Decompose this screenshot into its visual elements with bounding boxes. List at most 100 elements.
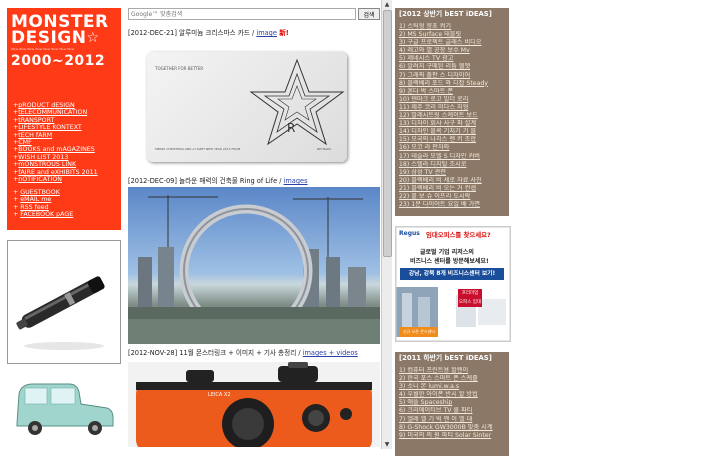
minivan-thumbnail[interactable] xyxy=(7,374,121,444)
menu-item[interactable]: +nOTIFICATION xyxy=(13,176,98,183)
search-input[interactable] xyxy=(128,8,356,20)
scroll-thumb[interactable] xyxy=(383,10,392,257)
list-item[interactable]: 2) 한국 포스 스마트 폰 스케줄 xyxy=(399,375,505,383)
list-item[interactable]: 3) 구글 프로젝트 글래스 비디오 xyxy=(399,39,505,47)
laser-pointer-thumbnail[interactable] xyxy=(7,240,121,364)
list-item[interactable]: 15) 모국의 나치스 렌 키 조합 xyxy=(399,136,505,144)
post-title: [2012-DEC-21] 알루미늄 크리스마스 카드 / image 新! xyxy=(128,29,289,37)
list-item[interactable]: 21) 블랙베리 비 오는 거 컨셉 xyxy=(399,185,505,193)
list-item[interactable]: 9) 혼다 박 스마트 폰 xyxy=(399,88,505,96)
list-item[interactable]: 19) 삼성 TV 관련 xyxy=(399,169,505,177)
list-item[interactable]: 17) 테슬라 모델 S 디자인 커버 xyxy=(399,153,505,161)
menu-item[interactable]: +LIFESTYLE KONTEXT xyxy=(13,124,98,131)
logo-tagline: Wow Wow Wow Wow Wow Wow Wow Wow xyxy=(11,47,75,51)
best-ideas-2012-list: 1) 스틱형 향초 켜기 2) MS Surface 태블릿 3) 구글 프로젝… xyxy=(399,23,505,209)
best-ideas-2012-box: [2012 상반기 bEST iDEAS] 1) 스틱형 향초 켜기 2) MS… xyxy=(395,8,509,216)
center-scrollbar[interactable]: ▲ ▼ xyxy=(381,0,392,449)
leica-camera-photo[interactable]: LEICA X2 xyxy=(128,362,380,447)
regus-advertisement[interactable]: Regus 임대오피스를 찾으세요? 글로벌 기업 리저스의 비즈니스 센터를 … xyxy=(395,226,511,342)
list-item[interactable]: 1) 스틱형 향초 켜기 xyxy=(399,23,505,31)
list-item[interactable]: 20) 블랙베리 비 세로 자료 사진 xyxy=(399,177,505,185)
facebook-link[interactable]: + FACEBOOK pAGE xyxy=(13,211,73,218)
post-link[interactable]: images xyxy=(284,177,308,185)
menu-item[interactable]: +pRODUCT dESIGN xyxy=(13,102,98,109)
post-title: [2012-NOV-28] 11월 몬스터링크 + 이미지 + 기사 총정리 /… xyxy=(128,349,358,357)
list-item[interactable]: 8) 블랙베리 포드 와 디잡 Steady xyxy=(399,80,505,88)
list-item[interactable]: 5) 애플 Spaceship xyxy=(399,399,505,407)
site-logo[interactable]: MONSTER DESIGN☆ Wow Wow Wow Wow Wow Wow … xyxy=(11,14,119,70)
svg-text:R: R xyxy=(287,121,295,135)
right-sidebar: [2012 상반기 bEST iDEAS] 1) 스틱형 향초 켜기 2) MS… xyxy=(395,8,511,456)
list-item[interactable]: 18) 스텔라 디지털 조시로 xyxy=(399,161,505,169)
logo-years: 2000~2012 xyxy=(11,53,106,69)
ring-of-life-photo[interactable] xyxy=(128,187,380,344)
star-outline-icon: R xyxy=(249,58,345,146)
main-content: 검색 [2012-DEC-21] 알루미늄 크리스마스 카드 / image 新… xyxy=(128,8,380,447)
rss-link[interactable]: + RSS feed xyxy=(13,204,73,211)
ad-background xyxy=(396,227,510,341)
camera-brand-label: LEICA X2 xyxy=(208,392,231,398)
logo-line2: DESIGN xyxy=(11,28,87,48)
ad-headline: 임대오피스를 찾으세요? xyxy=(426,231,491,239)
ad-cta-banner[interactable]: 강남, 강북 8개 비즈니스센터 보기! xyxy=(400,268,504,280)
star-icon: ☆ xyxy=(86,30,100,46)
card-footer: MERRY CHRISTMAS AND A HAPPY NEW YEAR 201… xyxy=(155,147,241,151)
list-item[interactable]: 2) MS Surface 태블릿 xyxy=(399,31,505,39)
regus-logo: Regus xyxy=(399,230,420,237)
ring-of-life-image xyxy=(128,195,380,344)
menu-item[interactable]: +WISH LIST 2013 xyxy=(13,154,98,161)
ad-footer-button[interactable]: 신규 오픈 몬스센터 xyxy=(400,327,438,337)
orange-camera-image xyxy=(128,362,380,447)
ad-line2: 비즈니스 센터를 방문해보세요! xyxy=(410,258,489,265)
list-item[interactable]: 6) 알려지 구매된 리튬 헬멧 xyxy=(399,63,505,71)
list-item[interactable]: 12) 말레시트링 스케이트 보드 xyxy=(399,112,505,120)
christmas-card-image[interactable]: TOGETHER FOR BETTER R MERRY CHRISTMAS AN… xyxy=(128,37,380,177)
best-ideas-2011-list: 1) 컴퓨터 프린트용 할렌이 2) 한국 포스 스마트 폰 스케줄 3) 소니… xyxy=(399,367,505,440)
list-item[interactable]: 4) 레고와 멸 공장 보수 Mv xyxy=(399,47,505,55)
menu-item[interactable]: +CMF xyxy=(13,139,98,146)
list-item[interactable]: 9) 미국의 의 원 파티 Solar Sinter xyxy=(399,432,505,440)
category-menu: +pRODUCT dESIGN +tELECOMMUNICATION +tRAN… xyxy=(13,102,98,183)
menu-item[interactable]: +mONSTROUS LINK xyxy=(13,161,98,168)
ad-line1: 글로벌 기업 리저스의 xyxy=(420,249,474,256)
list-item[interactable]: 23) 1분 다이어트 요일 배 가면 xyxy=(399,201,505,209)
left-column: MONSTER DESIGN☆ Wow Wow Wow Wow Wow Wow … xyxy=(7,8,121,444)
site-navigation-panel: MONSTER DESIGN☆ Wow Wow Wow Wow Wow Wow … xyxy=(7,8,121,230)
list-item[interactable]: 11) 제주 코리 미다스 지형 xyxy=(399,104,505,112)
list-item[interactable]: 4) 우월한 아이폰 반시 할 방법 xyxy=(399,391,505,399)
menu-item[interactable]: +tRANSPORT xyxy=(13,117,98,124)
menu-item[interactable]: +BOOKS and mAGAZINES xyxy=(13,146,98,153)
list-item[interactable]: 5) 제네시스 TV 광고 xyxy=(399,55,505,63)
list-item[interactable]: 7) 엘레 엘 기 빅 맨 이 엘 대 xyxy=(399,416,505,424)
list-item[interactable]: 7) 그래픽 출판 스 디자이어 xyxy=(399,72,505,80)
scroll-up-icon[interactable]: ▲ xyxy=(382,0,392,9)
list-item[interactable]: 3) 소니 본 lumi.w.a.s xyxy=(399,383,505,391)
new-badge: 新! xyxy=(276,29,289,37)
list-item[interactable]: 22) 볼 보 슈 이프리 도시락 xyxy=(399,193,505,201)
aluminum-card: TOGETHER FOR BETTER R MERRY CHRISTMAS AN… xyxy=(147,52,347,162)
list-item[interactable]: 1) 컴퓨터 프린트용 할렌이 xyxy=(399,367,505,375)
best-ideas-2011-box: [2011 하반기 bEST iDEAS] 1) 컴퓨터 프린트용 할렌이 2)… xyxy=(395,352,509,456)
menu-item[interactable]: +tELECOMMUNICATION xyxy=(13,109,98,116)
list-item[interactable]: 13) 디자이 회사 사구 파 설계 xyxy=(399,120,505,128)
card-brand: REYNARS xyxy=(317,147,332,151)
post-link[interactable]: image xyxy=(256,29,277,37)
menu-item[interactable]: +fAIRE and eXHIBITS 2011 xyxy=(13,169,98,176)
best-ideas-2011-title: [2011 하반기 bEST iDEAS] xyxy=(399,354,492,362)
menu-item[interactable]: +tECH fARM xyxy=(13,132,98,139)
search-bar: 검색 xyxy=(128,8,380,20)
minivan-image xyxy=(7,374,121,444)
list-item[interactable]: 6) 크리에이티브 TV 롤 파티 xyxy=(399,407,505,415)
post-link[interactable]: images + videos xyxy=(303,349,358,357)
best-ideas-2012-title: [2012 상반기 bEST iDEAS] xyxy=(399,10,492,18)
email-link[interactable]: + eMAIL me xyxy=(13,196,73,203)
scroll-down-icon[interactable]: ▼ xyxy=(382,440,392,449)
search-button[interactable]: 검색 xyxy=(358,8,380,20)
list-item[interactable]: 16) 모코 라 판자와 xyxy=(399,144,505,152)
list-item[interactable]: 8) G-Shock GW3000B 맞춤 시계 xyxy=(399,424,505,432)
guestbook-link[interactable]: + GUESTBOOK xyxy=(13,189,73,196)
list-item[interactable]: 10) 덴마크 로고 빌더 로리 xyxy=(399,96,505,104)
post-title: [2012-DEC-09] 놀라운 매력의 건축물 Ring of Life /… xyxy=(128,177,308,185)
list-item[interactable]: 14) 디자인 블록 기지기 기 블 xyxy=(399,128,505,136)
laser-pointer-image xyxy=(8,241,120,363)
